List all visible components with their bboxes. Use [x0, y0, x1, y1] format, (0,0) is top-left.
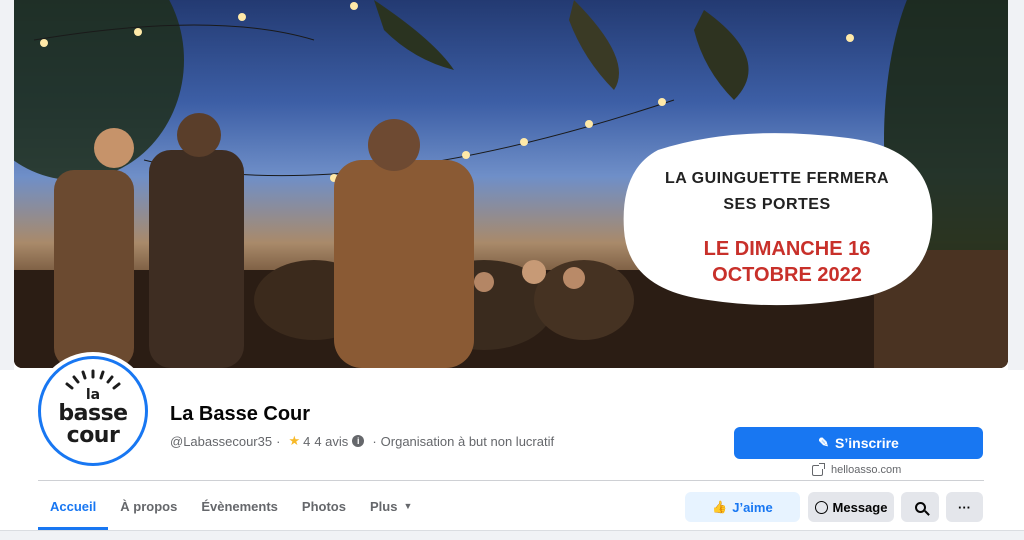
tab-label: Plus	[369, 498, 398, 514]
logo-text-cour: cour	[66, 423, 120, 448]
external-link-text: helloasso.com	[831, 464, 902, 476]
announcement-line-1: LA GUINGUETTE FERMERA	[664, 170, 890, 187]
feed-background	[0, 530, 1024, 540]
external-link-icon	[812, 462, 825, 476]
caret-down-icon: ▼	[403, 501, 413, 511]
announcement-date-line-1: LE DIMANCHE 16	[703, 238, 871, 260]
like-button[interactable]: 👍 J’aime	[685, 492, 800, 522]
star-icon: ★	[288, 433, 301, 448]
page-meta: @Labassecour35 · ★ 4 4 avis i · Organisa…	[170, 433, 554, 449]
cover-photo[interactable]: LA GUINGUETTE FERMERA SES PORTES LE DIMA…	[14, 0, 1008, 368]
more-options-button[interactable]: ···	[946, 492, 983, 522]
thumbs-up-icon: 👍	[712, 500, 728, 514]
like-label: J’aime	[732, 499, 773, 515]
tab-label: Évènements	[201, 498, 278, 514]
message-button[interactable]: Message	[808, 492, 894, 522]
rating-value: 4	[303, 433, 311, 449]
message-label: Message	[832, 499, 888, 515]
tab-a-propos[interactable]: À propos	[108, 482, 189, 530]
announcement-line-2: SES PORTES	[723, 196, 831, 213]
page-handle: @Labassecour35	[170, 433, 273, 449]
tab-evenements[interactable]: Évènements	[189, 482, 290, 530]
tab-label: Photos	[301, 498, 346, 514]
page-category: Organisation à but non lucratif	[380, 433, 555, 449]
announcement-date-line-2: OCTOBRE 2022	[712, 264, 862, 286]
page-title: La Basse Cour	[170, 403, 311, 425]
tab-accueil[interactable]: Accueil	[38, 482, 109, 530]
messenger-icon	[814, 500, 828, 514]
tab-plus[interactable]: Plus ▼	[358, 482, 424, 530]
page-tabs: Accueil À propos Évènements Photos Plus ▼	[38, 482, 424, 530]
search-icon	[914, 501, 926, 513]
tab-label: À propos	[120, 498, 178, 514]
external-link[interactable]: helloasso.com	[812, 462, 902, 476]
meta-separator: ·	[372, 433, 377, 449]
profile-avatar[interactable]: la basse cour	[38, 356, 148, 466]
more-icon: ···	[958, 499, 971, 515]
avatar-logo: la basse cour	[47, 365, 139, 457]
search-button[interactable]	[901, 492, 939, 522]
info-icon[interactable]: i	[352, 435, 365, 447]
pencil-icon: ✎	[818, 435, 830, 450]
announcement-bubble: LA GUINGUETTE FERMERA SES PORTES LE DIMA…	[618, 130, 936, 306]
subscribe-button[interactable]: ✎ S’inscrire	[734, 427, 983, 459]
tab-label: Accueil	[50, 498, 97, 514]
reviews-link[interactable]: 4 avis	[314, 434, 348, 449]
subscribe-label: S’inscrire	[835, 435, 899, 451]
tab-photos[interactable]: Photos	[290, 482, 358, 530]
meta-separator: ·	[276, 433, 281, 449]
facebook-page: LA GUINGUETTE FERMERA SES PORTES LE DIMA…	[0, 0, 1024, 540]
page-margin-right	[1008, 0, 1024, 370]
header-divider	[38, 480, 984, 481]
page-margin-left	[0, 0, 14, 370]
